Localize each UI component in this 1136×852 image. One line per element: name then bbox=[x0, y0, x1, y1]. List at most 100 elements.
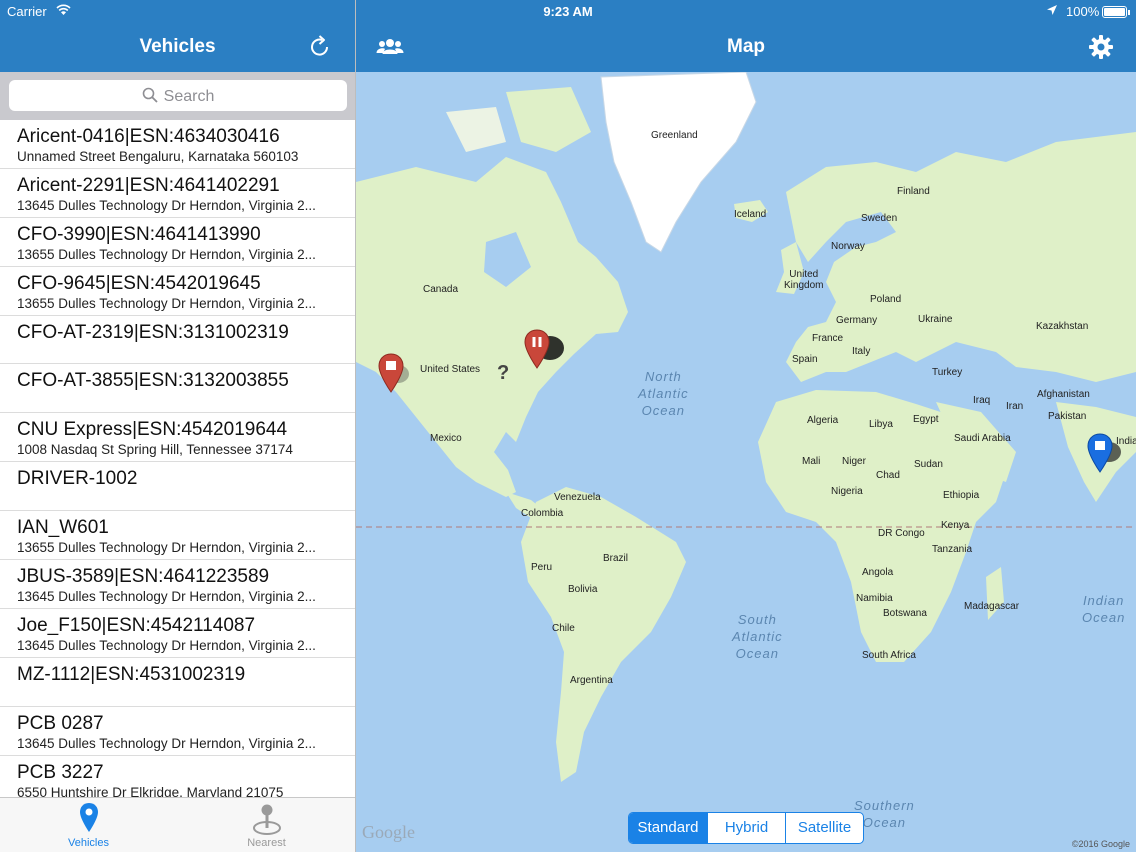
map-label-colombia: Colombia bbox=[521, 508, 564, 519]
vehicle-address: 13645 Dulles Technology Dr Herndon, Virg… bbox=[17, 197, 316, 213]
search-icon bbox=[142, 87, 158, 103]
map-label-united-states: United States bbox=[420, 364, 481, 375]
list-item[interactable]: CFO-9645|ESN:4542019645 13655 Dulles Tec… bbox=[0, 267, 355, 316]
map-title: Map bbox=[727, 36, 765, 57]
map-label-spain: Spain bbox=[792, 354, 818, 365]
tab-vehicles[interactable]: Vehicles bbox=[0, 798, 177, 852]
map-label-sudan: Sudan bbox=[914, 459, 943, 470]
battery-icon bbox=[1102, 6, 1130, 18]
search-bar: Search bbox=[0, 72, 355, 120]
list-item[interactable]: DRIVER-1002 bbox=[0, 462, 355, 512]
vehicle-address: 13645 Dulles Technology Dr Herndon, Virg… bbox=[17, 735, 316, 751]
vehicle-name: Aricent-2291|ESN:4641402291 bbox=[17, 174, 280, 196]
list-item[interactable]: CFO-AT-2319|ESN:3131002319 bbox=[0, 316, 355, 365]
tab-bar: Vehicles Nearest bbox=[0, 797, 355, 852]
list-item[interactable]: Joe_F150|ESN:4542114087 13645 Dulles Tec… bbox=[0, 609, 355, 658]
map-label-germany: Germany bbox=[836, 315, 878, 326]
vehicle-address: 1008 Nasdaq St Spring Hill, Tennessee 37… bbox=[17, 442, 293, 458]
vehicle-name: JBUS-3589|ESN:4641223589 bbox=[17, 566, 270, 588]
map-label-canada: Canada bbox=[423, 284, 459, 295]
vehicle-name: CFO-AT-2319|ESN:3131002319 bbox=[17, 321, 289, 343]
map-label-algeria: Algeria bbox=[807, 415, 839, 426]
vehicle-moving-pin-icon[interactable] bbox=[1085, 432, 1125, 476]
map-label-namibia: Namibia bbox=[856, 593, 893, 604]
map-label-norway: Norway bbox=[831, 241, 865, 252]
list-item[interactable]: PCB 0287 13645 Dulles Technology Dr Hern… bbox=[0, 707, 355, 756]
vehicle-name: CNU Express|ESN:4542019644 bbox=[17, 419, 288, 441]
ocean-label-north-atlantic: North Atlantic Ocean bbox=[638, 369, 689, 418]
map-label-ethiopia: Ethiopia bbox=[943, 490, 980, 501]
map-navbar: Map bbox=[356, 24, 1136, 72]
map-type-standard[interactable]: Standard bbox=[629, 813, 707, 843]
battery-percent: 100% bbox=[1066, 4, 1100, 19]
map-label-chad: Chad bbox=[876, 470, 900, 481]
vehicles-navbar: Vehicles bbox=[0, 24, 355, 72]
map-label-greenland: Greenland bbox=[651, 130, 698, 141]
map-label-iran: Iran bbox=[1006, 401, 1024, 412]
list-item[interactable]: CNU Express|ESN:4542019644 1008 Nasdaq S… bbox=[0, 413, 355, 463]
map-label-south-africa: South Africa bbox=[862, 650, 916, 661]
map-label-madagascar: Madagascar bbox=[964, 601, 1020, 612]
vehicle-stopped-pin-icon[interactable] bbox=[376, 352, 410, 396]
vehicle-name: IAN_W601 bbox=[17, 517, 109, 539]
tab-vehicles-label: Vehicles bbox=[68, 837, 109, 849]
gear-icon[interactable] bbox=[1088, 34, 1114, 60]
map-label-mexico: Mexico bbox=[430, 433, 462, 444]
map-label-iraq: Iraq bbox=[973, 395, 991, 406]
list-item[interactable]: JBUS-3589|ESN:4641223589 13645 Dulles Te… bbox=[0, 560, 355, 609]
map-label-libya: Libya bbox=[869, 419, 893, 430]
map-label-mali: Mali bbox=[802, 456, 821, 467]
map-label-sweden: Sweden bbox=[861, 213, 898, 224]
panel-divider bbox=[355, 0, 356, 852]
list-item[interactable]: IAN_W601 13655 Dulles Technology Dr Hern… bbox=[0, 511, 355, 561]
tab-nearest[interactable]: Nearest bbox=[178, 798, 355, 852]
map-label-angola: Angola bbox=[862, 567, 894, 578]
map-label-peru: Peru bbox=[531, 562, 553, 573]
vehicle-name: MZ-1112|ESN:4531002319 bbox=[17, 663, 246, 685]
map-copyright: ©2016 Google bbox=[1071, 839, 1130, 849]
vehicle-name: CFO-AT-3855|ESN:3132003855 bbox=[17, 370, 289, 392]
vehicle-address: 13645 Dulles Technology Dr Herndon, Virg… bbox=[17, 589, 316, 605]
refresh-icon[interactable] bbox=[307, 34, 333, 60]
location-arrow-icon bbox=[1047, 5, 1057, 15]
list-item[interactable]: Aricent-0416|ESN:4634030416 Unnamed Stre… bbox=[0, 120, 355, 169]
ocean-label-indian: Indian Ocean bbox=[1082, 593, 1126, 625]
map-label-niger: Niger bbox=[842, 456, 866, 467]
ocean-label-south-atlantic: South Atlantic Ocean bbox=[732, 612, 783, 661]
status-bar: Carrier 9:23 AM 100% bbox=[0, 0, 1136, 24]
map-label-uk: United Kingdom bbox=[784, 269, 824, 291]
map-label-italy: Italy bbox=[852, 346, 871, 357]
map-label-brazil: Brazil bbox=[603, 553, 629, 564]
vehicle-list: Aricent-0416|ESN:4634030416 Unnamed Stre… bbox=[0, 120, 355, 797]
map-label-pakistan: Pakistan bbox=[1048, 411, 1087, 422]
map-label-dr-congo: DR Congo bbox=[878, 528, 925, 539]
tab-nearest-label: Nearest bbox=[247, 837, 286, 849]
list-item[interactable]: CFO-AT-3855|ESN:3132003855 bbox=[0, 364, 355, 414]
vehicle-paused-pin-icon[interactable] bbox=[522, 328, 568, 372]
search-input[interactable]: Search bbox=[9, 80, 347, 111]
map-type-hybrid[interactable]: Hybrid bbox=[707, 813, 785, 843]
list-item[interactable]: PCB 3227 6550 Huntshire Dr Elkridge, Mar… bbox=[0, 756, 355, 797]
map-label-turkey: Turkey bbox=[932, 367, 963, 378]
list-item[interactable]: CFO-3990|ESN:4641413990 13655 Dulles Tec… bbox=[0, 218, 355, 267]
map-label-finland: Finland bbox=[897, 186, 930, 197]
map-label-afghanistan: Afghanistan bbox=[1037, 389, 1090, 400]
map-label-ukraine: Ukraine bbox=[918, 314, 953, 325]
map-pin-icon bbox=[79, 803, 98, 832]
list-item[interactable]: MZ-1112|ESN:4531002319 bbox=[0, 658, 355, 707]
map-label-botswana: Botswana bbox=[883, 608, 927, 619]
vehicle-address: 13645 Dulles Technology Dr Herndon, Virg… bbox=[17, 637, 316, 653]
vehicles-title: Vehicles bbox=[139, 36, 216, 57]
vehicle-name: Joe_F150|ESN:4542114087 bbox=[17, 614, 256, 636]
map-label-egypt: Egypt bbox=[913, 414, 939, 425]
list-item[interactable]: Aricent-2291|ESN:4641402291 13645 Dulles… bbox=[0, 169, 355, 218]
unknown-location-icon[interactable]: ? bbox=[497, 362, 509, 385]
vehicle-address: 13655 Dulles Technology Dr Herndon, Virg… bbox=[17, 246, 316, 262]
nearest-pin-icon bbox=[252, 804, 281, 835]
map-type-satellite[interactable]: Satellite bbox=[785, 813, 863, 843]
map-view[interactable]: Greenland Iceland Finland Sweden Norway … bbox=[356, 72, 1136, 852]
vehicle-name: CFO-9645|ESN:4542019645 bbox=[17, 272, 261, 294]
vehicle-name: Aricent-0416|ESN:4634030416 bbox=[17, 126, 280, 147]
vehicle-name: CFO-3990|ESN:4641413990 bbox=[17, 223, 261, 245]
vehicle-address: 6550 Huntshire Dr Elkridge, Maryland 210… bbox=[17, 784, 284, 797]
